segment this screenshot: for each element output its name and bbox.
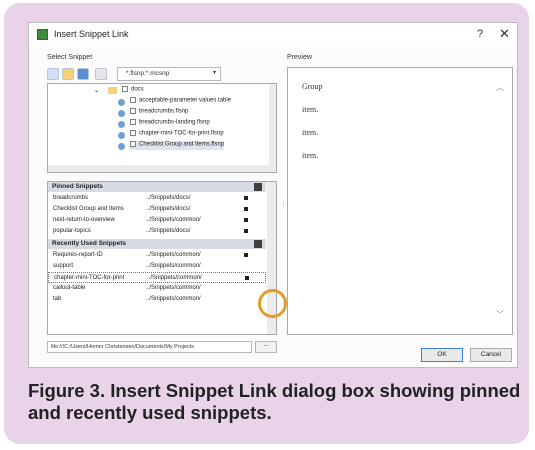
title-bar: Insert Snippet Link ? ✕ [29,23,517,47]
figure-caption: Figure 3. Insert Snippet Link dialog box… [28,380,521,423]
folder-icon [108,87,117,94]
tree-item[interactable]: acceptable-parameter values table [130,97,231,106]
preview-line: Group [302,82,323,91]
tree-item-selected[interactable]: Checklist Group and Items.flsnp [130,141,225,150]
list-item[interactable]: breadcrumbs ../Snippets/docs/ [48,193,266,204]
chevron-down-icon[interactable]: ﹀ [496,309,504,320]
chevron-down-icon[interactable]: ⌄ [94,87,99,94]
ok-button[interactable]: OK [421,348,463,362]
snippet-tree[interactable]: ⌄ docs acceptable-parameter values table… [47,83,277,173]
preview-pane: Group item. item. item. ︿ ﹀ [287,67,513,335]
pin-icon[interactable] [245,276,249,280]
pin-icon[interactable] [244,229,248,233]
app-icon [37,29,48,40]
pin-highlight-circle [258,289,287,318]
snippet-icon [118,143,125,150]
cancel-button[interactable]: Cancel [470,348,512,362]
file-filter-value: *.flsnp;*.mcsnp [126,70,170,77]
snippet-path-field[interactable]: file:///C:/Users/Homer Christensen/Docum… [47,341,252,353]
preview-line: item. [302,151,319,160]
pinned-snippets-header: Pinned Snippets [48,182,266,192]
figure-frame: Insert Snippet Link ? ✕ Select Snippet *… [4,3,529,444]
snippet-icon [118,132,125,139]
folder-icon[interactable] [62,68,74,80]
preview-line: item. [302,105,319,114]
recent-snippets-header: Recently Used Snippets [48,239,266,249]
insert-snippet-link-dialog: Insert Snippet Link ? ✕ Select Snippet *… [28,22,518,368]
pin-icon[interactable] [244,218,248,222]
chevron-up-icon[interactable]: ︿ [496,82,504,93]
snippet-icon [118,99,125,106]
checkbox[interactable] [122,86,128,92]
list-item[interactable]: tab ../Snippets/common/ [48,294,266,305]
close-icon[interactable]: ✕ [499,26,510,42]
collapse-icon[interactable] [254,183,262,191]
list-item[interactable]: popular-topics ../Snippets/docs/ [48,226,266,237]
checkbox[interactable] [130,130,136,136]
snippet-lists: Pinned Snippets breadcrumbs ../Snippets/d… [47,181,277,335]
checkbox[interactable] [130,141,136,147]
preview-label: Preview [287,54,312,61]
list-item-focused[interactable]: chapter-mini-TOC-for-print ../Snippets/co… [48,272,266,283]
tree-item[interactable]: docs [122,86,144,95]
preview-line: item. [302,128,319,137]
checkbox[interactable] [130,119,136,125]
list-item[interactable]: Requires-report-ID ../Snippets/common/ [48,250,266,261]
tree-item[interactable]: chapter-mini-TOC-for-print.flsnp [130,130,224,139]
open-folder-icon[interactable] [47,68,59,80]
snippet-icon [118,110,125,117]
splitter-handle[interactable]: ⋮ [280,201,287,209]
chevron-down-icon: ▾ [212,70,216,76]
select-snippet-label: Select Snippet [47,54,93,61]
dialog-title: Insert Snippet Link [54,29,129,39]
file-filter-dropdown[interactable]: *.flsnp;*.mcsnp ▾ [117,67,221,81]
tree-horizontal-scrollbar[interactable] [48,165,276,172]
pin-icon[interactable] [244,207,248,211]
pin-icon[interactable] [244,253,248,257]
list-item[interactable]: callout-table ../Snippets/common/ [48,283,266,294]
collapse-icon[interactable] [254,240,262,248]
pin-icon[interactable] [244,196,248,200]
list-item[interactable]: support ../Snippets/common/ [48,261,266,272]
settings-icon[interactable] [95,68,107,80]
tree-item[interactable]: breadcrumbs.flsnp [130,108,188,117]
help-icon[interactable]: ? [477,28,483,40]
snippet-icon [118,121,125,128]
list-item[interactable]: Checklist Group and Items ../Snippets/doc… [48,204,266,215]
checkbox[interactable] [130,108,136,114]
list-item[interactable]: next-return-to-overview ../Snippets/commo… [48,215,266,226]
browse-button[interactable]: ... [255,341,277,353]
tree-item[interactable]: breadcrumbs-landing.flsnp [130,119,210,128]
tree-vertical-scrollbar[interactable] [269,84,276,172]
view-icon[interactable] [77,68,89,80]
checkbox[interactable] [130,97,136,103]
